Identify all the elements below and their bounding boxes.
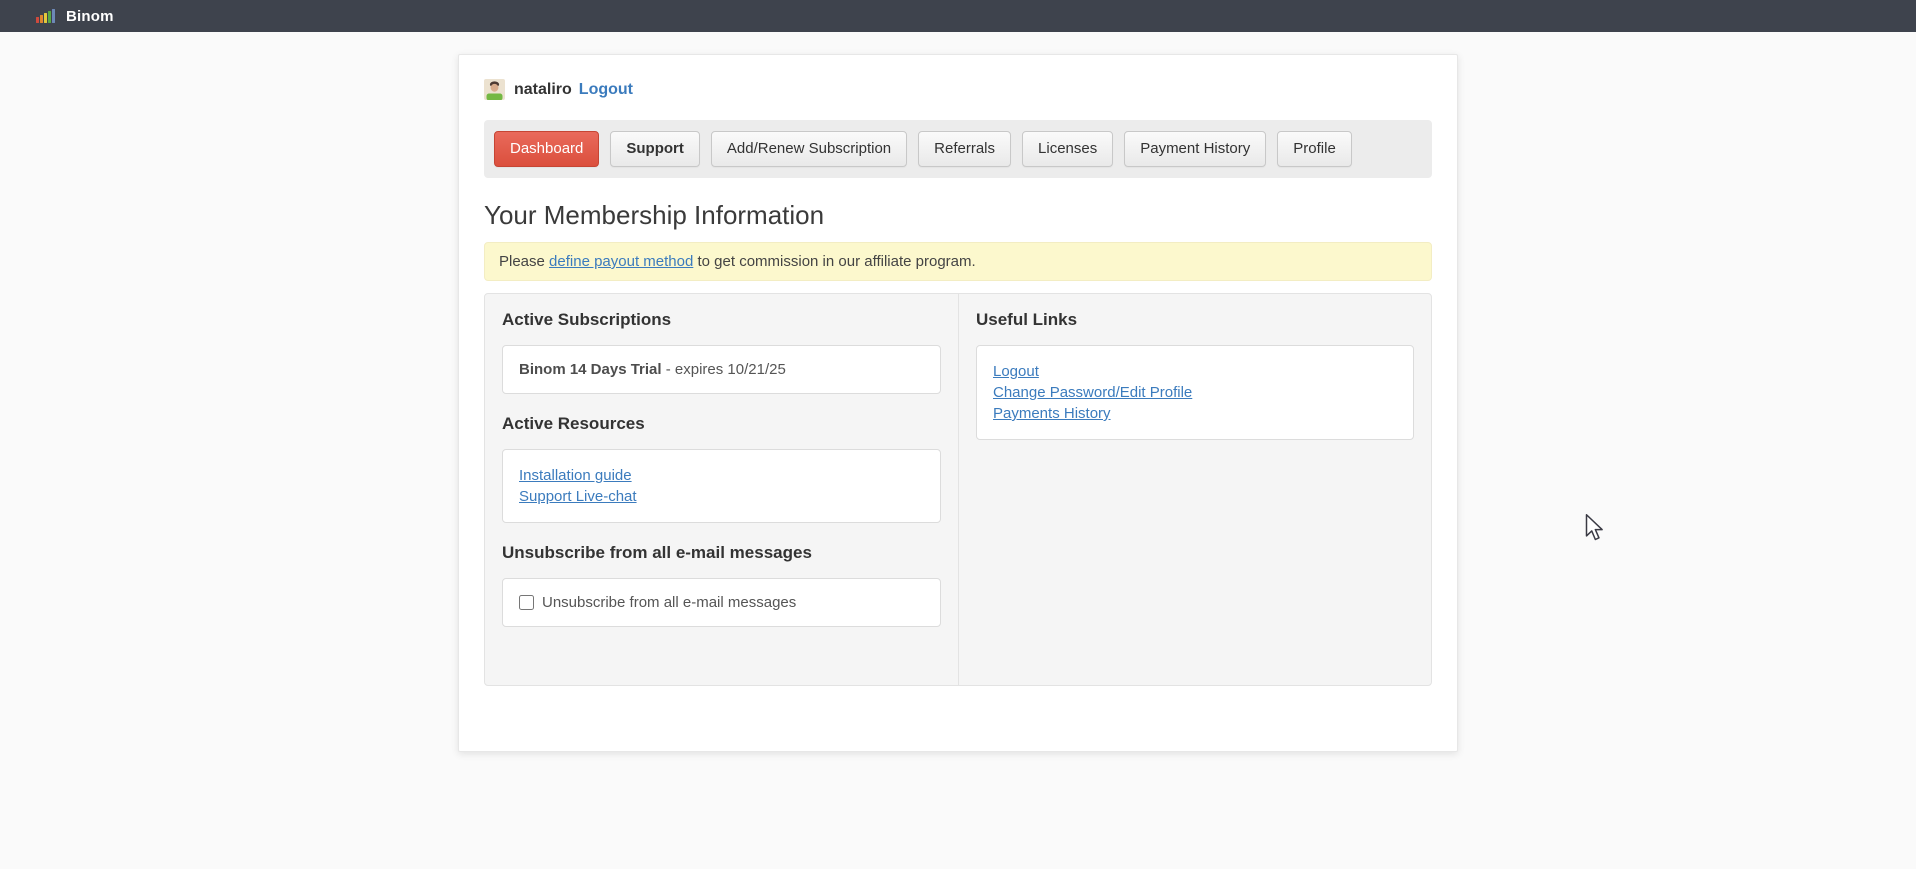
binom-bar-chart-logo-icon — [36, 9, 55, 23]
topbar: Binom — [0, 0, 1916, 32]
define-payout-method-link[interactable]: define payout method — [549, 253, 693, 270]
tab-add-renew-subscription[interactable]: Add/Renew Subscription — [711, 131, 907, 167]
tab-referrals[interactable]: Referrals — [918, 131, 1011, 167]
payout-alert: Please define payout method to get commi… — [484, 242, 1432, 281]
brand-name: Binom — [66, 8, 114, 25]
user-avatar — [484, 79, 505, 100]
logout-link-top[interactable]: Logout — [579, 81, 633, 99]
change-password-edit-profile-link[interactable]: Change Password/Edit Profile — [993, 382, 1397, 403]
unsubscribe-option[interactable]: Unsubscribe from all e-mail messages — [519, 594, 924, 611]
membership-card: nataliro Logout Dashboard Support Add/Re… — [458, 54, 1458, 752]
unsubscribe-title: Unsubscribe from all e-mail messages — [502, 543, 941, 563]
tab-bar: Dashboard Support Add/Renew Subscription… — [484, 120, 1432, 178]
unsubscribe-box: Unsubscribe from all e-mail messages — [502, 578, 941, 627]
payments-history-link[interactable]: Payments History — [993, 403, 1397, 424]
tab-profile[interactable]: Profile — [1277, 131, 1352, 167]
page-background: { "topbar": { "brand": "Binom" }, "user"… — [0, 0, 1916, 869]
info-panel: Active Subscriptions Binom 14 Days Trial… — [484, 293, 1432, 686]
username: nataliro — [514, 81, 572, 99]
active-resources-title: Active Resources — [502, 414, 941, 434]
useful-logout-link[interactable]: Logout — [993, 361, 1397, 382]
useful-links-title: Useful Links — [976, 310, 1414, 330]
subscription-expiry: - expires 10/21/25 — [662, 361, 786, 378]
user-row: nataliro Logout — [484, 79, 1432, 100]
tab-support[interactable]: Support — [610, 131, 700, 167]
active-subscriptions-title: Active Subscriptions — [502, 310, 941, 330]
unsubscribe-checkbox[interactable] — [519, 595, 534, 610]
tab-dashboard[interactable]: Dashboard — [494, 131, 599, 167]
support-live-chat-link[interactable]: Support Live-chat — [519, 486, 924, 507]
alert-text-suffix: to get commission in our affiliate progr… — [693, 253, 975, 270]
mouse-cursor-icon — [1585, 514, 1603, 546]
tab-payment-history[interactable]: Payment History — [1124, 131, 1266, 167]
alert-text-prefix: Please — [499, 253, 549, 270]
right-column: Useful Links Logout Change Password/Edit… — [958, 294, 1431, 685]
page-title: Your Membership Information — [484, 200, 1432, 230]
tab-licenses[interactable]: Licenses — [1022, 131, 1113, 167]
subscription-item: Binom 14 Days Trial - expires 10/21/25 — [502, 345, 941, 394]
resources-box: Installation guide Support Live-chat — [502, 449, 941, 523]
subscription-name: Binom 14 Days Trial — [519, 361, 662, 378]
installation-guide-link[interactable]: Installation guide — [519, 465, 924, 486]
useful-links-box: Logout Change Password/Edit Profile Paym… — [976, 345, 1414, 440]
unsubscribe-checkbox-label: Unsubscribe from all e-mail messages — [542, 594, 796, 611]
left-column: Active Subscriptions Binom 14 Days Trial… — [485, 294, 958, 685]
